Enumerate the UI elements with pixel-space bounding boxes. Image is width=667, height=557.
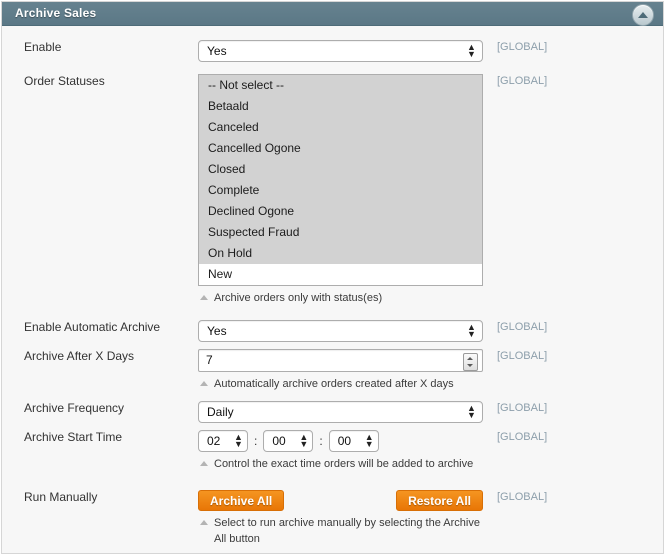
hint-archive-after-x-days: Automatically archive orders created aft… xyxy=(198,376,489,392)
order-status-option[interactable]: Suspected Fraud xyxy=(199,222,482,243)
archive-start-time-seconds-select[interactable]: 00 ▲ ▼ xyxy=(328,430,379,452)
spinner-down-icon[interactable] xyxy=(467,364,473,367)
order-status-option[interactable]: New xyxy=(199,264,482,285)
scope-enable: [GLOBAL] xyxy=(497,41,548,53)
spinner-up-icon[interactable] xyxy=(467,357,473,360)
hint-triangle-icon xyxy=(200,520,208,525)
hint-triangle-icon xyxy=(200,461,208,466)
restore-all-button[interactable]: Restore All xyxy=(396,490,483,511)
field-row-run-manually: Run Manually Archive All Restore All Sel… xyxy=(2,490,663,547)
hint-run-manually: Select to run archive manually by select… xyxy=(198,515,489,547)
archive-start-time-hours-select[interactable]: 02 ▲ ▼ xyxy=(198,430,248,452)
label-archive-start-time: Archive Start Time xyxy=(24,430,123,444)
time-separator: : xyxy=(254,434,258,448)
collapse-toggle-button[interactable] xyxy=(632,4,654,26)
hint-archive-start-time-text: Control the exact time orders will be ad… xyxy=(214,458,474,470)
field-row-enable-automatic-archive: Enable Automatic Archive Yes ▲ ▼ [GLOBAL] xyxy=(2,320,663,342)
archive-after-x-days-input[interactable]: 7 xyxy=(198,349,483,372)
archive-sales-panel: Archive Sales Enable Yes ▲ ▼ [GLOBAL] Ord… xyxy=(1,1,664,554)
archive-after-x-days-value: 7 xyxy=(206,353,213,367)
label-enable-automatic-archive: Enable Automatic Archive xyxy=(24,320,161,334)
label-order-statuses: Order Statuses xyxy=(24,74,105,88)
run-manually-buttons: Archive All Restore All xyxy=(198,490,483,511)
control-archive-after-x-days: 7 Automatically archive orders created a… xyxy=(198,349,483,392)
scope-archive-after-x-days: [GLOBAL] xyxy=(497,350,548,362)
order-status-option[interactable]: On Hold xyxy=(199,243,482,264)
control-order-statuses: -- Not select -- Betaald Canceled Cancelled… xyxy=(198,74,483,306)
hours-value: 02 xyxy=(207,434,221,448)
archive-frequency-value: Daily xyxy=(207,405,234,419)
chevron-updown-icon: ▲ ▼ xyxy=(467,42,476,59)
archive-all-button[interactable]: Archive All xyxy=(198,490,285,511)
minutes-value: 00 xyxy=(272,434,286,448)
field-row-archive-start-time: Archive Start Time 02 ▲▼ : 00 ▲▼ : 00 xyxy=(2,430,663,472)
control-archive-frequency: Daily ▲ ▼ xyxy=(198,401,483,423)
chevron-updown-icon: ▲ ▼ xyxy=(467,322,476,339)
panel-title: Archive Sales xyxy=(15,6,97,20)
order-status-option[interactable]: Declined Ogone xyxy=(199,201,482,222)
order-status-option[interactable]: Complete xyxy=(199,180,482,201)
scope-run-manually: [GLOBAL] xyxy=(497,491,548,503)
panel-body: Enable Yes ▲ ▼ [GLOBAL] Order Statuses --… xyxy=(2,26,663,547)
enable-select-value: Yes xyxy=(207,44,227,58)
scope-archive-start-time: [GLOBAL] xyxy=(497,431,548,443)
scope-enable-automatic-archive: [GLOBAL] xyxy=(497,321,548,333)
hint-triangle-icon xyxy=(200,381,208,386)
field-row-archive-after-x-days: Archive After X Days 7 Automatically arc… xyxy=(2,349,663,392)
control-enable-automatic-archive: Yes ▲ ▼ xyxy=(198,320,483,342)
field-row-enable: Enable Yes ▲ ▼ [GLOBAL] xyxy=(2,40,663,62)
enable-select[interactable]: Yes ▲ ▼ xyxy=(198,40,483,62)
scope-archive-frequency: [GLOBAL] xyxy=(497,402,548,414)
control-run-manually: Archive All Restore All Select to run ar… xyxy=(198,490,483,547)
label-archive-after-x-days: Archive After X Days xyxy=(24,349,135,363)
chevron-updown-icon: ▲ ▼ xyxy=(364,432,374,449)
panel-header[interactable]: Archive Sales xyxy=(2,2,663,26)
order-status-option[interactable]: Closed xyxy=(199,159,482,180)
seconds-value: 00 xyxy=(337,434,352,448)
order-status-option[interactable]: -- Not select -- xyxy=(199,75,482,96)
archive-start-time-minutes-select[interactable]: 00 ▲ ▼ xyxy=(263,430,314,452)
label-archive-frequency: Archive Frequency xyxy=(24,401,125,415)
label-run-manually: Run Manually xyxy=(24,490,98,504)
time-separator: : xyxy=(319,434,323,448)
chevron-updown-icon: ▲ ▼ xyxy=(467,403,476,420)
order-status-option[interactable]: Canceled xyxy=(199,117,482,138)
order-status-option[interactable]: Betaald xyxy=(199,96,482,117)
hint-run-manually-text: Select to run archive manually by select… xyxy=(214,517,480,545)
enable-automatic-archive-select[interactable]: Yes ▲ ▼ xyxy=(198,320,483,342)
chevron-updown-icon: ▲ ▼ xyxy=(234,432,243,449)
enable-automatic-archive-value: Yes xyxy=(207,324,227,338)
hint-order-statuses-text: Archive orders only with status(es) xyxy=(214,292,383,304)
archive-frequency-select[interactable]: Daily ▲ ▼ xyxy=(198,401,483,423)
order-status-option[interactable]: Cancelled Ogone xyxy=(199,138,482,159)
hint-archive-after-x-days-text: Automatically archive orders created aft… xyxy=(214,378,454,390)
hint-archive-start-time: Control the exact time orders will be ad… xyxy=(198,456,489,472)
hint-order-statuses: Archive orders only with status(es) xyxy=(198,290,489,306)
field-row-archive-frequency: Archive Frequency Daily ▲ ▼ [GLOBAL] xyxy=(2,401,663,423)
scope-order-statuses: [GLOBAL] xyxy=(497,75,548,87)
triangle-up-icon xyxy=(638,12,648,18)
control-enable: Yes ▲ ▼ xyxy=(198,40,483,62)
number-spinner-icon[interactable] xyxy=(463,353,478,371)
control-archive-start-time: 02 ▲ ▼ : 00 ▲ ▼ : 00 ▲ ▼ Control the exa… xyxy=(198,430,483,472)
order-statuses-multiselect[interactable]: -- Not select -- Betaald Canceled Cancelled… xyxy=(198,74,483,286)
chevron-updown-icon: ▲ ▼ xyxy=(299,432,309,449)
field-row-order-statuses: Order Statuses -- Not select -- Betaald Ca… xyxy=(2,74,663,306)
label-enable: Enable xyxy=(24,40,62,54)
hint-triangle-icon xyxy=(200,295,208,300)
archive-start-time-group: 02 ▲ ▼ : 00 ▲ ▼ : 00 ▲ ▼ xyxy=(198,430,483,452)
